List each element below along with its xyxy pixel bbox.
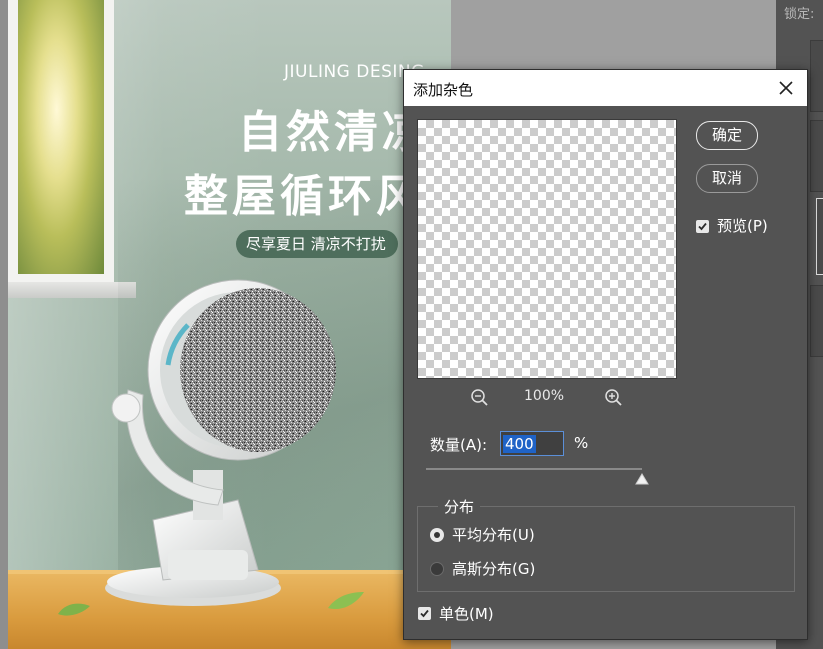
gaussian-radio[interactable] (430, 562, 444, 576)
add-noise-dialog: 添加杂色 确定 取消 预览(P) 100% 数量(A): 400 % 分布 平均… (403, 69, 808, 640)
document-canvas[interactable]: JIULING DESING 自然清凉 整屋循环风 尽享夏日 清凉不打扰 (8, 0, 451, 649)
amount-slider-track[interactable] (426, 468, 642, 470)
checkmark-icon (420, 609, 429, 618)
headline-line-2: 整屋循环风 (184, 171, 424, 222)
amount-label: 数量(A): (430, 436, 488, 454)
zoom-in-button[interactable] (604, 388, 624, 408)
amount-unit: % (574, 434, 589, 452)
slogan-pill: 尽享夏日 清凉不打扰 (236, 230, 398, 258)
preview-label: 预览(P) (717, 217, 768, 235)
panel-thumbnail[interactable] (810, 40, 823, 112)
headline-line-1: 自然清凉 (238, 107, 430, 158)
zoom-out-icon (471, 389, 488, 406)
preview-checkbox[interactable] (696, 220, 709, 233)
panel-thumbnail-selected[interactable] (816, 198, 823, 275)
window-frame (8, 0, 114, 282)
leaf-icon (58, 603, 90, 616)
close-icon (779, 81, 793, 95)
uniform-radio[interactable] (430, 528, 444, 542)
gaussian-label[interactable]: 高斯分布(G) (452, 558, 535, 579)
panel-thumbnail[interactable] (810, 120, 823, 192)
slider-triangle-icon[interactable] (635, 473, 649, 485)
cancel-button[interactable]: 取消 (696, 164, 758, 193)
panel-thumbnail[interactable] (810, 285, 823, 357)
clip-fan-image (105, 279, 336, 606)
distribution-group: 分布 平均分布(U) 高斯分布(G) (417, 496, 795, 592)
dialog-title-bar[interactable]: 添加杂色 (404, 70, 807, 106)
amount-input[interactable]: 400 (500, 431, 564, 456)
zoom-in-icon (605, 389, 622, 406)
zoom-level: 100% (524, 388, 565, 404)
uniform-label[interactable]: 平均分布(U) (452, 524, 535, 545)
amount-value: 400 (503, 435, 536, 453)
monochrome-checkbox[interactable] (418, 607, 431, 620)
monochrome-label: 单色(M) (439, 605, 494, 623)
distribution-legend: 分布 (438, 496, 481, 517)
dialog-title: 添加杂色 (413, 81, 474, 99)
window-garden-view (18, 0, 104, 274)
lock-label: 锁定: (784, 7, 815, 22)
close-button[interactable] (773, 75, 799, 101)
ok-button[interactable]: 确定 (696, 121, 758, 150)
zoom-out-button[interactable] (470, 388, 490, 408)
preview-area[interactable] (417, 119, 677, 379)
checkmark-icon (698, 222, 707, 231)
